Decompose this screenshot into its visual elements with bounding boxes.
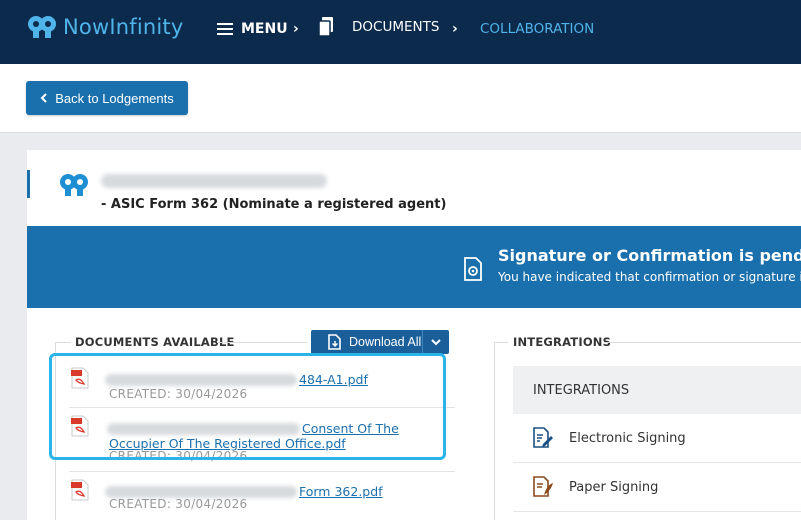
- document-settings-icon: [464, 257, 482, 281]
- document-created-date: CREATED: 30/04/2026: [109, 497, 248, 511]
- nav-collaboration[interactable]: COLLABORATION: [480, 21, 594, 37]
- page-toolbar: Back to Lodgements: [0, 64, 801, 133]
- breadcrumb-separator: ›: [452, 21, 458, 37]
- section-divider: [494, 342, 508, 343]
- banner-subtitle: You have indicated that confirmation or …: [498, 270, 801, 284]
- download-all-label: Download All: [349, 335, 422, 349]
- nowinfinity-logo-icon: [60, 174, 88, 196]
- top-nav-bar: NowInfinity MENU › DOCUMENTS › COLLABORA…: [0, 0, 801, 64]
- integrations-header-label: INTEGRATIONS: [533, 382, 630, 398]
- nav-documents-label: DOCUMENTS: [352, 19, 440, 35]
- nav-documents[interactable]: DOCUMENTS: [318, 17, 439, 37]
- back-to-lodgements-button[interactable]: Back to Lodgements: [26, 81, 188, 115]
- integration-electronic-signing[interactable]: Electronic Signing: [513, 414, 801, 463]
- section-divider: [217, 342, 307, 343]
- download-document-icon: [328, 334, 341, 350]
- integrations-header: INTEGRATIONS: [513, 366, 801, 414]
- section-border: [494, 342, 495, 520]
- integration-paper-signing[interactable]: Paper Signing: [513, 463, 801, 512]
- lodgement-header: - ASIC Form 362 (Nominate a registered a…: [27, 150, 801, 226]
- integrations-panel: INTEGRATIONS INTEGRATIONS Electronic Sig…: [494, 322, 801, 520]
- lodgement-form-title: - ASIC Form 362 (Nominate a registered a…: [101, 197, 447, 212]
- row-divider: [69, 471, 455, 472]
- nav-menu[interactable]: MENU: [217, 21, 288, 37]
- nav-menu-label: MENU: [241, 21, 288, 37]
- redacted-company-name: [101, 174, 327, 188]
- section-divider: [604, 342, 801, 343]
- pdf-file-icon: [71, 479, 89, 501]
- integration-label: Electronic Signing: [569, 430, 686, 446]
- banner-title: Signature or Confirmation is pending: [498, 246, 801, 265]
- paper-sign-icon: [533, 476, 553, 497]
- header-accent-bar: [27, 170, 30, 198]
- documents-icon: [318, 17, 333, 37]
- redacted-filename-prefix: [105, 485, 297, 498]
- documents-available-label: DOCUMENTS AVAILABLE: [75, 335, 235, 349]
- pending-signature-banner: Signature or Confirmation is pending You…: [27, 226, 801, 308]
- document-link[interactable]: Form 362.pdf: [299, 484, 383, 499]
- highlight-annotation: [49, 353, 446, 460]
- integration-label: Paper Signing: [569, 479, 659, 495]
- breadcrumb-separator: ›: [293, 21, 299, 37]
- chevron-left-icon: [40, 93, 47, 103]
- app-logo[interactable]: NowInfinity: [27, 14, 183, 40]
- download-options-dropdown[interactable]: [422, 330, 449, 354]
- hamburger-icon: [217, 23, 233, 35]
- e-sign-icon: [533, 427, 553, 448]
- section-divider: [55, 342, 71, 343]
- back-button-label: Back to Lodgements: [55, 90, 174, 106]
- chevron-down-icon: [431, 339, 441, 346]
- logo-text: NowInfinity: [63, 15, 184, 39]
- logo-icon: [28, 16, 56, 38]
- integrations-section-label: INTEGRATIONS: [513, 335, 612, 349]
- nav-collaboration-label: COLLABORATION: [480, 21, 595, 37]
- document-item: Form 362.pdf CREATED: 30/04/2026: [69, 479, 457, 519]
- download-all-button[interactable]: Download All: [311, 330, 449, 354]
